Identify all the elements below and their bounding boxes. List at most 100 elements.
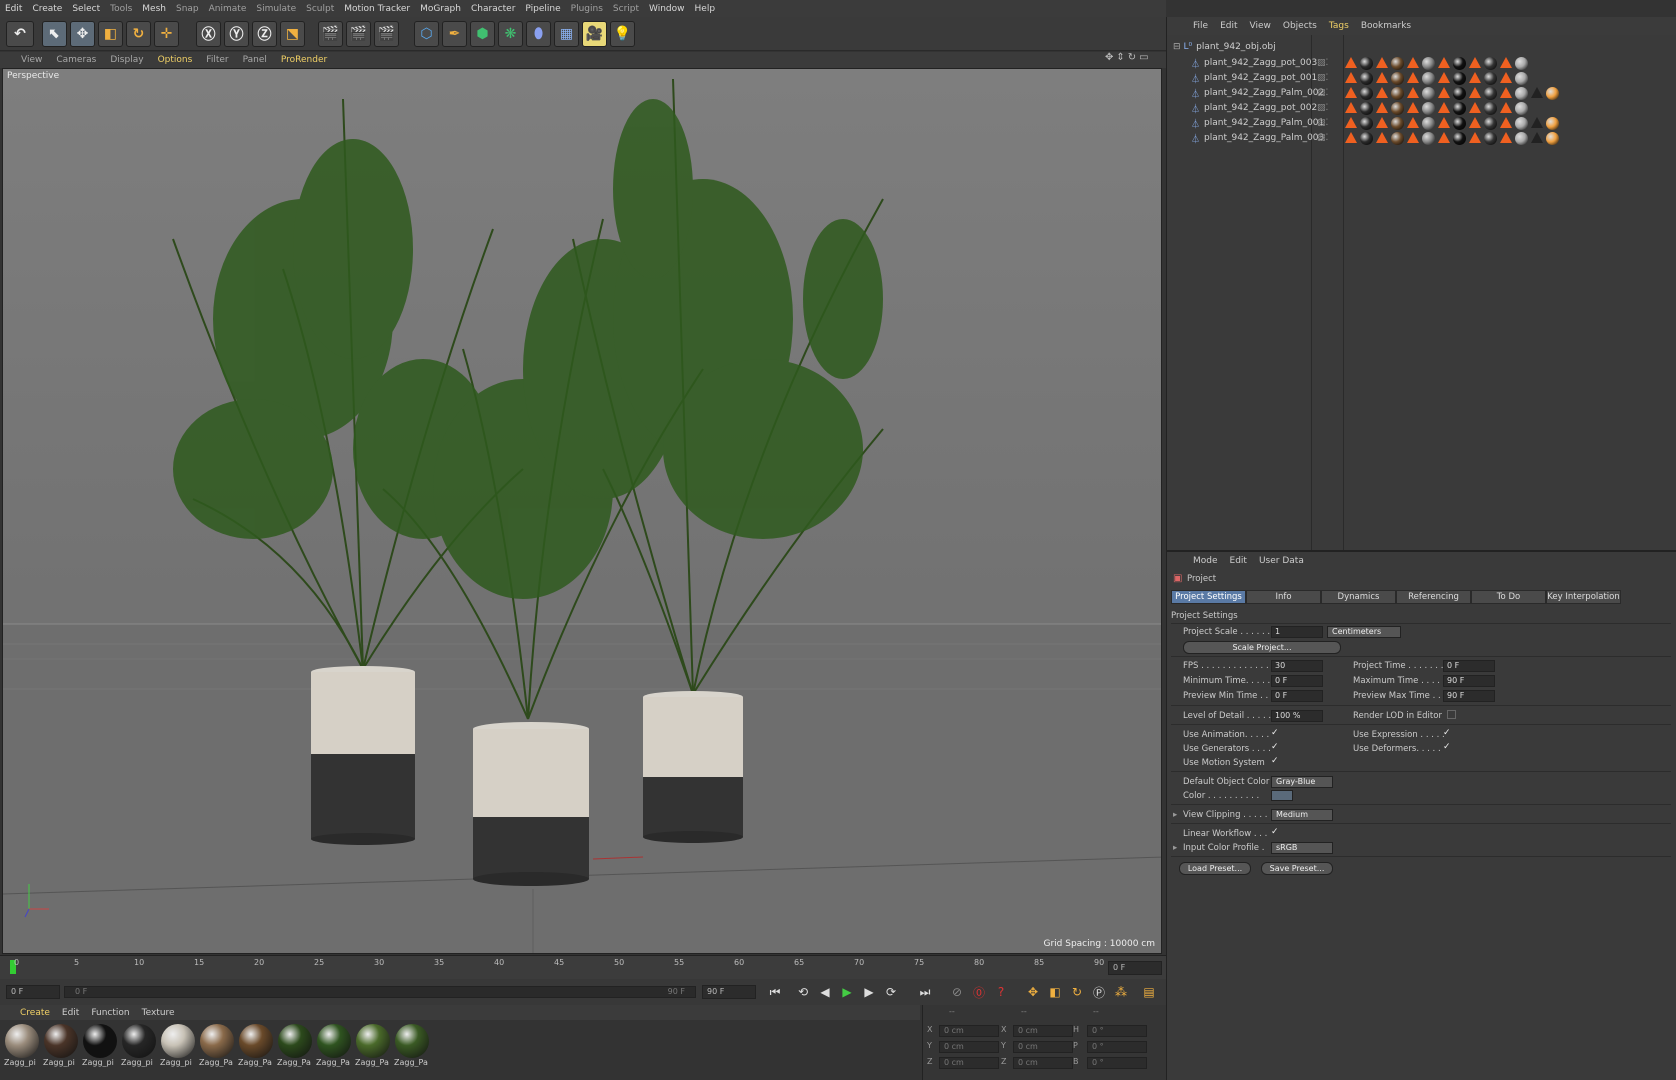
texture-tag-icon[interactable] — [1422, 71, 1435, 85]
coord-size-field[interactable]: 0 cm — [1013, 1057, 1073, 1069]
material-tag-icon[interactable] — [1500, 71, 1512, 83]
menu-select[interactable]: Select — [67, 4, 105, 14]
menu-sculpt[interactable]: Sculpt — [301, 4, 339, 14]
object-row[interactable]: ⏃ plant_942_Zagg_Palm_002 ▨⁚ — [1167, 85, 1676, 101]
render-settings-icon[interactable]: 🎬 — [374, 21, 399, 47]
use-deformers-checkbox[interactable]: ✓ — [1443, 743, 1452, 752]
material-tag-icon[interactable] — [1376, 116, 1388, 128]
material-tag-icon[interactable] — [1531, 86, 1543, 98]
material-tag-icon[interactable] — [1531, 131, 1543, 143]
attribute-menu-edit[interactable]: Edit — [1224, 556, 1253, 566]
texture-tag-icon[interactable] — [1453, 101, 1466, 115]
material-tag-icon[interactable] — [1345, 101, 1357, 113]
material-tag-icon[interactable] — [1376, 56, 1388, 68]
texture-tag-icon[interactable] — [1391, 86, 1404, 100]
texture-tag-icon[interactable] — [1484, 116, 1497, 130]
expand-icon[interactable]: ⊟ — [1173, 42, 1181, 52]
material-tag-icon[interactable] — [1469, 131, 1481, 143]
undo-icon[interactable]: ↶ — [6, 21, 34, 47]
cube-icon[interactable]: ⬡ — [414, 21, 439, 47]
material-tag-icon[interactable] — [1345, 86, 1357, 98]
material-tag-icon[interactable] — [1469, 116, 1481, 128]
tab-key-interpolation[interactable]: Key Interpolation — [1546, 590, 1621, 604]
min-time-field[interactable]: 0 F — [1271, 675, 1323, 687]
material-tag-icon[interactable] — [1438, 101, 1450, 113]
texture-tag-icon[interactable] — [1515, 56, 1528, 70]
expand-arrow-icon[interactable]: ▸ — [1173, 810, 1177, 820]
viewport-menu-display[interactable]: Display — [103, 55, 150, 65]
material-tag-icon[interactable] — [1407, 86, 1419, 98]
material-tag-icon[interactable] — [1376, 86, 1388, 98]
material-tag-icon[interactable] — [1500, 116, 1512, 128]
material-menu-function[interactable]: Function — [85, 1008, 135, 1018]
tab-project-settings[interactable]: Project Settings — [1171, 590, 1246, 604]
texture-tag-icon[interactable] — [1391, 71, 1404, 85]
prev-frame-icon[interactable]: ◀ — [815, 982, 835, 1002]
texture-tag-icon[interactable] — [1453, 56, 1466, 70]
use-animation-checkbox[interactable]: ✓ — [1271, 729, 1280, 738]
object-row[interactable]: ⏃ plant_942_Zagg_Palm_001 ▨⁚ — [1167, 115, 1676, 131]
view-clipping-dropdown[interactable]: Medium — [1271, 809, 1333, 821]
keyframe-selection-icon[interactable]: ? — [991, 982, 1011, 1002]
object-menu-view[interactable]: View — [1244, 21, 1277, 31]
fps-field[interactable]: 30 — [1271, 660, 1323, 672]
viewport-menu-cameras[interactable]: Cameras — [49, 55, 103, 65]
attribute-menu-user-data[interactable]: User Data — [1253, 556, 1310, 566]
coord-size-field[interactable]: 0 cm — [1013, 1025, 1073, 1037]
visibility-toggle-icon[interactable]: ▨⁚ — [1317, 58, 1328, 68]
menu-create[interactable]: Create — [27, 4, 67, 14]
object-menu-tags[interactable]: Tags — [1323, 21, 1355, 31]
max-time-field[interactable]: 90 F — [1443, 675, 1495, 687]
texture-tag-icon[interactable] — [1422, 131, 1435, 145]
texture-tag-icon[interactable] — [1453, 116, 1466, 130]
material-tag-icon[interactable] — [1407, 101, 1419, 113]
record-keys-icon[interactable]: ⊘ — [947, 982, 967, 1002]
project-time-field[interactable]: 0 F — [1443, 660, 1495, 672]
range-slider[interactable]: 0 F 90 F — [64, 986, 696, 998]
material-swatch[interactable]: Zagg_Pa — [238, 1024, 274, 1072]
prev-key-icon[interactable]: ⟲ — [793, 982, 813, 1002]
material-tag-icon[interactable] — [1469, 56, 1481, 68]
end-frame-field[interactable]: 90 F — [702, 985, 756, 999]
play-icon[interactable]: ▶ — [837, 982, 857, 1002]
visibility-toggle-icon[interactable]: ▨⁚ — [1317, 103, 1328, 113]
render-view-icon[interactable]: 🎬 — [318, 21, 343, 47]
render-picture-viewer-icon[interactable]: 🎬 — [346, 21, 371, 47]
menu-script[interactable]: Script — [608, 4, 644, 14]
object-root-row[interactable]: ⊟ L⁰ plant_942_obj.obj — [1167, 39, 1676, 55]
use-generators-checkbox[interactable]: ✓ — [1271, 743, 1280, 752]
material-tag-icon[interactable] — [1376, 71, 1388, 83]
material-swatch[interactable]: Zagg_pi — [4, 1024, 40, 1072]
texture-tag-icon[interactable] — [1546, 86, 1559, 100]
move-tool-icon[interactable]: ✥ — [70, 21, 95, 47]
texture-tag-icon[interactable] — [1453, 86, 1466, 100]
coord-rotation-field[interactable]: 0 ° — [1087, 1041, 1147, 1053]
menu-tools[interactable]: Tools — [105, 4, 137, 14]
cloner-icon[interactable]: ❋ — [498, 21, 523, 47]
project-scale-field[interactable]: 1 — [1271, 626, 1323, 638]
material-tag-icon[interactable] — [1438, 116, 1450, 128]
coord-position-field[interactable]: 0 cm — [939, 1057, 999, 1069]
texture-tag-icon[interactable] — [1484, 56, 1497, 70]
next-frame-icon[interactable]: ▶ — [859, 982, 879, 1002]
texture-tag-icon[interactable] — [1422, 101, 1435, 115]
visibility-toggle-icon[interactable]: ▨⁚ — [1317, 88, 1328, 98]
viewport-menu-filter[interactable]: Filter — [199, 55, 235, 65]
texture-tag-icon[interactable] — [1515, 131, 1528, 145]
last-tool-icon[interactable]: ✛ — [154, 21, 179, 47]
coord-rotation-field[interactable]: 0 ° — [1087, 1025, 1147, 1037]
coord-position-field[interactable]: 0 cm — [939, 1025, 999, 1037]
material-swatch[interactable]: Zagg_Pa — [316, 1024, 352, 1072]
texture-tag-icon[interactable] — [1360, 71, 1373, 85]
menu-pipeline[interactable]: Pipeline — [520, 4, 565, 14]
rotate-tool-icon[interactable]: ↻ — [126, 21, 151, 47]
y-axis-lock-icon[interactable]: Ⓨ — [224, 21, 249, 47]
material-tag-icon[interactable] — [1376, 101, 1388, 113]
linear-workflow-checkbox[interactable]: ✓ — [1271, 828, 1280, 837]
subdivision-surface-icon[interactable]: ⬢ — [470, 21, 495, 47]
material-tag-icon[interactable] — [1500, 131, 1512, 143]
material-tag-icon[interactable] — [1376, 131, 1388, 143]
coordinate-system-icon[interactable]: ⬔ — [280, 21, 305, 47]
material-swatch[interactable]: Zagg_Pa — [355, 1024, 391, 1072]
key-scale-icon[interactable]: ◧ — [1045, 982, 1065, 1002]
